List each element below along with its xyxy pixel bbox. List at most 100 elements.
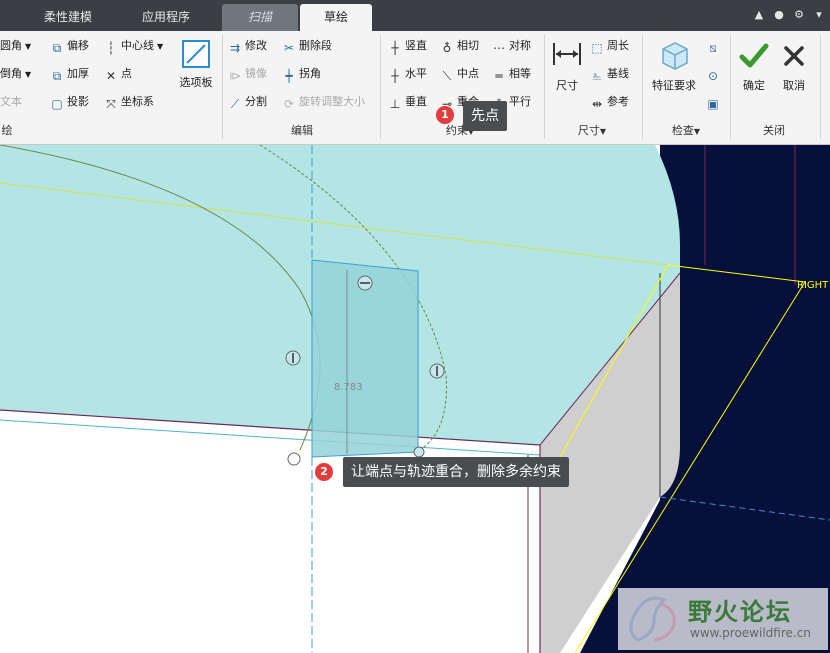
feature-requirements-button[interactable]: 特征要求 [646, 37, 702, 93]
modify-icon: ⇉ [229, 41, 241, 55]
perpendicular-constraint-button[interactable]: ⊥ 垂直 [388, 93, 427, 111]
mirror-button[interactable]: ⧐ 镜像 [228, 65, 267, 83]
graphics-window[interactable]: 8.783 RIGHT [0, 145, 830, 653]
thicken-button[interactable]: ⧉ 加厚 [50, 65, 89, 83]
perimeter-button[interactable]: ⬚ 周长 [590, 37, 629, 55]
equal-constraint-icon: ═ [495, 69, 503, 83]
ok-button[interactable]: 确定 [736, 39, 772, 93]
watermark-title: 野火论坛 [688, 598, 792, 626]
perimeter-icon: ⬚ [591, 41, 603, 55]
delete-segment-icon: ✂ [283, 41, 295, 55]
tab-applications[interactable]: 应用程序 [118, 4, 214, 31]
palette-button[interactable]: 选项板 [176, 37, 216, 90]
callout-tooltip-2: 让端点与轨迹重合，删除多余约束 [343, 457, 569, 487]
edit-group-label: 编辑 [291, 124, 313, 137]
highlight-open-ends-button[interactable]: ⊙ [706, 65, 723, 83]
overlap-check-button[interactable]: ⧅ [706, 37, 723, 55]
close-x-icon [784, 46, 804, 66]
cancel-button[interactable]: 取消 [776, 39, 812, 93]
vertical-constraint-icon: ┼ [391, 41, 399, 55]
inspect-group-label: 检查▼ [671, 124, 701, 137]
tangent-constraint-icon: ♁ [442, 41, 452, 55]
coordinate-system-icon: ⤧ [106, 97, 116, 111]
equal-constraint-button[interactable]: ═ 相等 [492, 65, 531, 83]
ribbon-panel: 圆角 ▼ 倒角 ▼ 文本 ⧉ 偏移 ⧉ 加厚 ▢ 投影 ┆ 中心线 ▼ ✕ 点 ⤧ 坐标系 选项板… [0, 31, 830, 145]
centerline-button[interactable]: ┆ 中心线 ▼ [104, 37, 163, 55]
tab-sweep[interactable]: 扫描 [222, 4, 298, 31]
callout-badge-1: 1 [436, 106, 454, 124]
group-divider [642, 35, 643, 139]
modify-button[interactable]: ⇉ 修改 [228, 37, 267, 55]
offset-button[interactable]: ⧉ 偏移 [50, 37, 89, 55]
settings-gear-icon[interactable]: ⚙ [792, 8, 806, 22]
offset-icon: ⧉ [52, 41, 62, 55]
divide-button[interactable]: ⟋ 分割 [228, 93, 267, 111]
baseline-button[interactable]: ⎁ 基线 [590, 65, 629, 83]
tab-flexible-modeling[interactable]: 柔性建模 [20, 4, 116, 31]
project-button[interactable]: ▢ 投影 [50, 93, 89, 111]
divide-icon: ⟋ [230, 97, 240, 111]
dimension-group-label: 尺寸▼ [577, 124, 607, 137]
mirror-icon: ⧐ [229, 69, 241, 83]
text-button[interactable]: 文本 [0, 93, 22, 111]
dropdown-arrow-icon[interactable]: ▾ [812, 8, 826, 22]
open-ends-icon: ⊙ [707, 69, 719, 83]
inspect-dropdown-icon[interactable]: ▼ [694, 127, 700, 136]
thicken-icon: ⧉ [52, 69, 62, 83]
shade-closed-loops-button[interactable]: ▣ [706, 93, 723, 111]
point-icon: ✕ [105, 69, 117, 83]
project-icon: ▢ [51, 97, 63, 111]
forum-watermark: 野火论坛 www.proewildfire.cn [618, 588, 828, 650]
symmetric-constraint-button[interactable]: ⋯ 对称 [492, 37, 531, 55]
symmetric-constraint-icon: ⋯ [493, 41, 505, 55]
coordinate-system-button[interactable]: ⤧ 坐标系 [104, 93, 154, 111]
perpendicular-constraint-icon: ⊥ [389, 97, 401, 111]
group-divider [380, 35, 381, 139]
centerline-icon: ┆ [107, 41, 115, 55]
callout-tooltip-1: 先点 [463, 101, 507, 131]
point-button[interactable]: ✕ 点 [104, 65, 132, 83]
user-icon[interactable]: ● [772, 8, 786, 22]
overlap-check-icon: ⧅ [709, 41, 717, 55]
vertical-constraint-button[interactable]: ┼ 竖直 [388, 37, 427, 55]
tangent-constraint-button[interactable]: ♁ 相切 [440, 37, 479, 55]
dimension-value-text[interactable]: 8.783 [334, 382, 363, 393]
checkmark-icon [739, 43, 769, 68]
model-view: 8.783 RIGHT [0, 145, 830, 653]
group-divider [820, 35, 821, 139]
reference-icon: ⇹ [591, 97, 603, 111]
group-divider [222, 35, 223, 139]
midpoint-constraint-icon: ⟍ [442, 69, 452, 83]
reference-button[interactable]: ⇹ 参考 [590, 93, 629, 111]
palette-icon [182, 40, 210, 68]
tab-sketch[interactable]: 草绘 [300, 4, 372, 31]
horizontal-constraint-icon: ┼ [391, 69, 399, 83]
endpoint-marker[interactable] [287, 452, 301, 466]
endpoint-marker[interactable] [413, 446, 425, 458]
corner-icon: ┿ [285, 69, 293, 83]
rotate-resize-button[interactable]: ⟳ 旋转调整大小 [282, 93, 365, 111]
fillet-dropdown-icon: ▼ [25, 42, 32, 51]
watermark-logo-icon [629, 596, 676, 642]
chamfer-button[interactable]: 倒角 ▼ [0, 65, 31, 83]
corner-button[interactable]: ┿ 拐角 [282, 65, 321, 83]
sketch-group-label: 绘 [1, 124, 13, 137]
datum-plane-label[interactable]: RIGHT [797, 280, 829, 291]
watermark-url: www.proewildfire.cn [690, 626, 811, 640]
midpoint-constraint-button[interactable]: ⟍ 中点 [440, 65, 479, 83]
callout-badge-2: 2 [315, 463, 333, 481]
horizontal-constraint-button[interactable]: ┼ 水平 [388, 65, 427, 83]
collapse-ribbon-icon[interactable]: ▲ [752, 8, 766, 22]
fillet-button[interactable]: 圆角 ▼ [0, 37, 31, 55]
closed-loops-icon: ▣ [707, 97, 719, 111]
close-group-label: 关闭 [763, 124, 785, 137]
dimension-button[interactable]: 尺寸 [549, 37, 585, 93]
ribbon-tab-bar: 柔性建模 应用程序 扫描 草绘 ▲ ● ⚙ ▾ [0, 0, 830, 31]
feature-requirements-icon [662, 42, 688, 70]
chamfer-dropdown-icon: ▼ [25, 70, 32, 79]
group-divider [730, 35, 731, 139]
delete-segment-button[interactable]: ✂ 删除段 [282, 37, 332, 55]
dimension-dropdown-icon[interactable]: ▼ [600, 127, 606, 136]
centerline-dropdown-icon: ▼ [157, 42, 164, 51]
group-divider [544, 35, 545, 139]
